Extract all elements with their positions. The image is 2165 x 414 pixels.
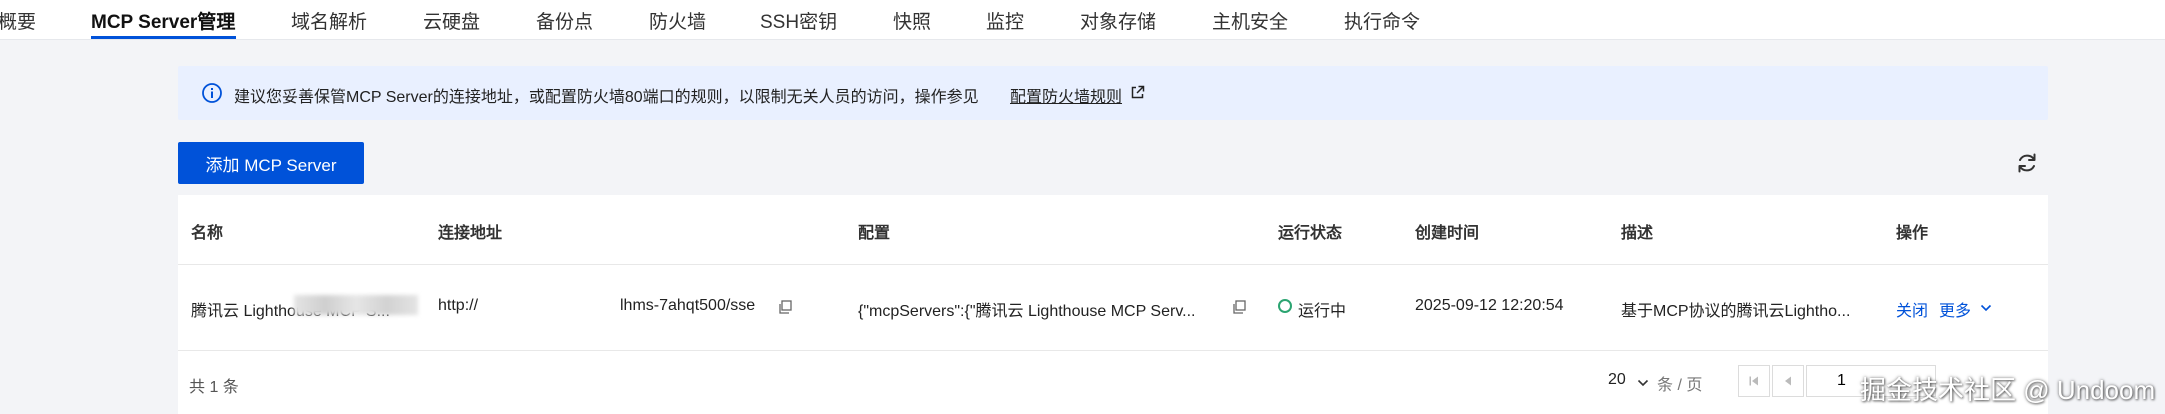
tab-ssh-key[interactable]: SSH密钥 bbox=[760, 7, 837, 34]
chevron-down-icon[interactable] bbox=[1637, 378, 1649, 388]
column-header-config: 配置 bbox=[858, 225, 891, 242]
tab-bar: 概要 MCP Server管理 域名解析 云硬盘 备份点 防火墙 SSH密钥 快… bbox=[0, 0, 2165, 40]
column-header-name: 名称 bbox=[191, 225, 224, 242]
created-time: 2025-09-12 12:20:54 bbox=[1415, 297, 1564, 314]
status-running-icon bbox=[1278, 299, 1292, 313]
column-header-description: 描述 bbox=[1621, 225, 1654, 242]
tab-host-security[interactable]: 主机安全 bbox=[1212, 7, 1288, 34]
active-tab-indicator bbox=[91, 36, 236, 39]
firewall-rule-link[interactable]: 配置防火墙规则 bbox=[1010, 83, 1122, 107]
server-status: 运行中 bbox=[1298, 303, 1347, 320]
external-link-icon[interactable] bbox=[1130, 85, 1145, 100]
column-header-created: 创建时间 bbox=[1415, 225, 1480, 242]
column-header-address: 连接地址 bbox=[438, 225, 503, 242]
table-row: 腾讯云 Lighthouse MCP S... http:// lhms-7ah… bbox=[178, 265, 2048, 351]
tab-monitor[interactable]: 监控 bbox=[986, 7, 1024, 34]
tab-mcp-server[interactable]: MCP Server管理 bbox=[91, 7, 235, 34]
copy-address-icon[interactable] bbox=[778, 300, 792, 314]
tab-snapshot[interactable]: 快照 bbox=[893, 7, 931, 34]
tab-dns[interactable]: 域名解析 bbox=[291, 7, 367, 34]
tab-run-command[interactable]: 执行命令 bbox=[1344, 7, 1420, 34]
notice-banner: 建议您妥善保管MCP Server的连接地址，或配置防火墙80端口的规则，以限制… bbox=[178, 66, 2048, 120]
table-header: 名称 连接地址 配置 运行状态 创建时间 描述 操作 bbox=[178, 195, 2048, 265]
first-page-button[interactable] bbox=[1738, 365, 1770, 397]
tab-overview[interactable]: 概要 bbox=[0, 7, 36, 34]
chevron-down-icon[interactable] bbox=[1980, 303, 1992, 313]
notice-text: 建议您妥善保管MCP Server的连接地址，或配置防火墙80端口的规则，以限制… bbox=[234, 89, 979, 106]
mcp-server-table: 名称 连接地址 配置 运行状态 创建时间 描述 操作 腾讯云 Lighthous… bbox=[178, 195, 2048, 414]
total-count: 共 1 条 bbox=[189, 379, 239, 396]
per-page-label: 条 / 页 bbox=[1657, 377, 1703, 394]
server-config: {"mcpServers":{"腾讯云 Lighthouse MCP Serv.… bbox=[858, 303, 1196, 320]
tab-firewall[interactable]: 防火墙 bbox=[649, 7, 706, 34]
column-header-status: 运行状态 bbox=[1278, 225, 1343, 242]
info-icon bbox=[202, 83, 222, 103]
pagination: 共 1 条 20 条 / 页 bbox=[178, 351, 2048, 414]
refresh-icon[interactable] bbox=[2015, 151, 2039, 175]
address-suffix: lhms-7ahqt500/sse bbox=[620, 297, 756, 314]
page-size-select[interactable]: 20 bbox=[1608, 371, 1626, 389]
prev-page-button[interactable] bbox=[1772, 365, 1804, 397]
copy-config-icon[interactable] bbox=[1232, 300, 1246, 314]
add-mcp-server-button[interactable]: 添加 MCP Server bbox=[178, 142, 364, 184]
close-server-button[interactable]: 关闭 bbox=[1896, 297, 1928, 321]
more-actions-button[interactable]: 更多 bbox=[1939, 297, 1971, 321]
first-page-icon bbox=[1749, 376, 1758, 386]
server-description: 基于MCP协议的腾讯云Lightho... bbox=[1621, 303, 1851, 320]
tab-backup[interactable]: 备份点 bbox=[536, 7, 593, 34]
redacted-address bbox=[294, 295, 418, 315]
watermark: 掘金技术社区 @ Undoom bbox=[1860, 375, 2156, 405]
prev-page-icon bbox=[1785, 376, 1791, 386]
column-header-actions: 操作 bbox=[1896, 225, 1929, 242]
address-prefix: http:// bbox=[438, 297, 479, 314]
tab-object-storage[interactable]: 对象存储 bbox=[1080, 7, 1156, 34]
tab-cloud-disk[interactable]: 云硬盘 bbox=[423, 7, 480, 34]
